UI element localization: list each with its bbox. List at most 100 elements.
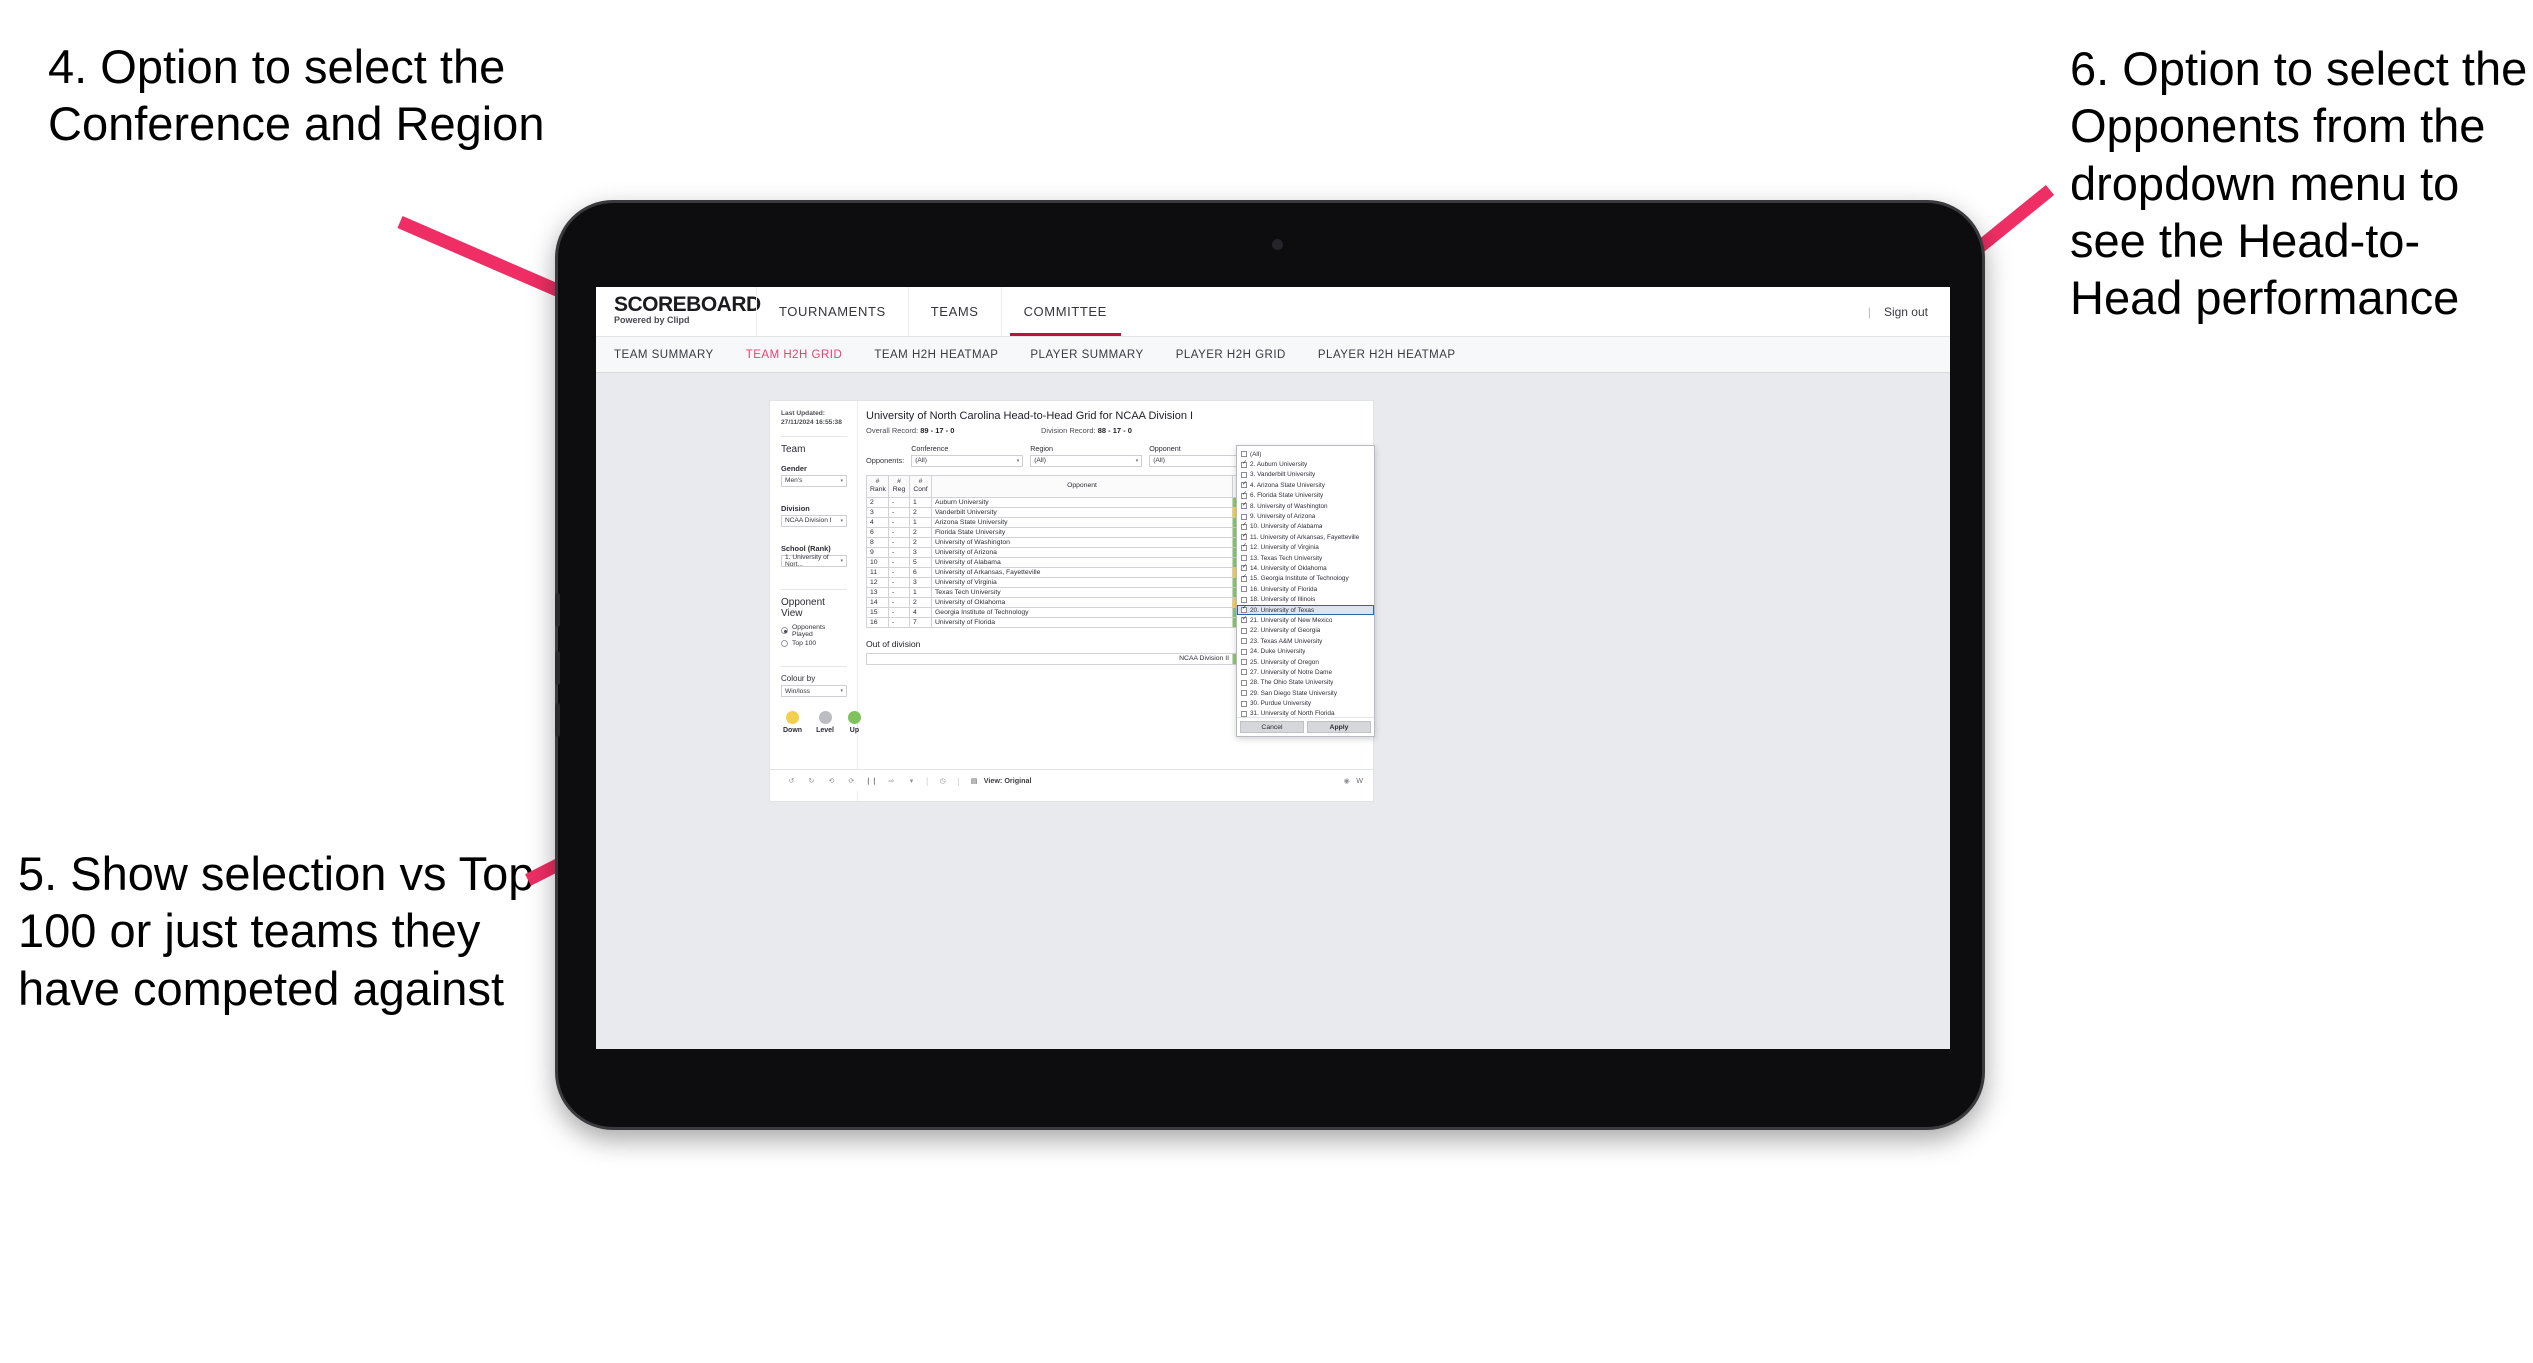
col-reg[interactable]: # Reg	[888, 474, 910, 498]
revert-icon[interactable]: ⟲	[826, 775, 837, 786]
conference-select[interactable]: (All) ▾	[911, 454, 1024, 467]
checkbox-icon[interactable]	[1241, 638, 1247, 645]
opponent-option[interactable]: 29. San Diego State University	[1237, 688, 1374, 698]
device-layout-icon[interactable]: ◷	[937, 775, 948, 786]
checkbox-icon[interactable]	[1241, 574, 1247, 582]
opponent-option[interactable]: 18. University of Illinois	[1237, 594, 1374, 604]
view-original-button[interactable]: ▤ View: Original	[969, 775, 1032, 786]
opponent-option[interactable]: 22. University of Georgia	[1237, 626, 1374, 636]
tab-team-h2h-heatmap[interactable]: TEAM H2H HEATMAP	[874, 349, 998, 361]
device-button-volume-down[interactable]	[555, 651, 560, 685]
checkbox-icon[interactable]	[1241, 648, 1247, 655]
cell-rank: 10	[866, 556, 889, 568]
checkbox-icon[interactable]	[1241, 605, 1247, 614]
checkbox-icon[interactable]	[1241, 513, 1247, 520]
checkbox-icon[interactable]	[1241, 659, 1247, 665]
checkbox-icon[interactable]	[1241, 491, 1247, 499]
checkbox-icon[interactable]	[1241, 679, 1247, 686]
checkbox-icon[interactable]	[1241, 596, 1247, 603]
opponent-option[interactable]: 21. University of New Mexico	[1237, 615, 1374, 625]
opponent-option[interactable]: 30. Purdue University	[1237, 698, 1374, 708]
checkbox-icon[interactable]	[1241, 627, 1247, 634]
col-rank[interactable]: # Rank	[866, 474, 889, 498]
nav-item-committee[interactable]: COMMITTEE	[1000, 287, 1129, 336]
checkbox-icon[interactable]	[1241, 616, 1247, 624]
watch-button[interactable]: ◉ W	[1341, 775, 1363, 786]
checkbox-icon[interactable]	[1241, 451, 1247, 458]
school-select[interactable]: 1. University of Nort... ▾	[781, 554, 847, 568]
device-button-power[interactable]	[555, 703, 560, 737]
opponent-option-list[interactable]: (All) 2. Auburn University 3. Vanderbilt U…	[1237, 449, 1374, 717]
cell-opponent: Arizona State University	[931, 516, 1233, 528]
checkbox-icon[interactable]	[1241, 460, 1247, 468]
checkbox-icon[interactable]	[1241, 669, 1247, 676]
colour-by-select[interactable]: Win/loss ▾	[781, 685, 847, 698]
checkbox-icon[interactable]	[1241, 502, 1247, 510]
opponent-option-label: 20. University of Texas	[1250, 606, 1315, 614]
share-icon[interactable]: ⇨	[886, 775, 897, 786]
checkbox-icon[interactable]	[1241, 700, 1247, 707]
opponent-option[interactable]: 28. The Ohio State University	[1237, 678, 1374, 688]
redo-icon[interactable]: ↻	[806, 775, 817, 786]
cell-opponent: Georgia Institute of Technology	[931, 606, 1233, 618]
checkbox-icon[interactable]	[1241, 555, 1247, 562]
cell-conf: 1	[909, 586, 932, 598]
opponent-option[interactable]: (All)	[1237, 449, 1374, 459]
opponent-option[interactable]: 6. Florida State University	[1237, 491, 1374, 501]
cell-rank: 11	[866, 566, 889, 578]
checkbox-icon[interactable]	[1241, 710, 1247, 717]
dropdown-caret-icon[interactable]: ▾	[906, 775, 917, 786]
nav-item-teams[interactable]: TEAMS	[907, 287, 1001, 336]
device-button-volume-up[interactable]	[555, 593, 560, 627]
checkbox-icon[interactable]	[1241, 481, 1247, 489]
chevron-down-icon: ▾	[1135, 457, 1139, 464]
opponent-option[interactable]: 20. University of Texas	[1237, 604, 1374, 616]
checkbox-icon[interactable]	[1241, 690, 1247, 697]
opponent-option[interactable]: 9. University of Arizona	[1237, 511, 1374, 521]
opponent-dropdown-popup[interactable]: (All) 2. Auburn University 3. Vanderbilt U…	[1236, 445, 1375, 737]
checkbox-icon[interactable]	[1241, 543, 1247, 551]
opponent-option[interactable]: 25. University of Oregon	[1237, 657, 1374, 667]
opponent-option[interactable]: 14. University of Oklahoma	[1237, 563, 1374, 573]
opponent-option[interactable]: 16. University of Florida	[1237, 584, 1374, 594]
tab-player-h2h-heatmap[interactable]: PLAYER H2H HEATMAP	[1318, 349, 1456, 361]
opponent-option-label: 12. University of Virginia	[1250, 544, 1319, 552]
tab-team-summary[interactable]: TEAM SUMMARY	[614, 349, 714, 361]
checkbox-icon[interactable]	[1241, 564, 1247, 572]
radio-top-100[interactable]: Top 100	[781, 640, 847, 648]
tab-team-h2h-grid[interactable]: TEAM H2H GRID	[746, 349, 843, 361]
col-conf[interactable]: # Conf	[909, 474, 932, 498]
checkbox-icon[interactable]	[1241, 522, 1247, 530]
opponent-option[interactable]: 15. Georgia Institute of Technology	[1237, 574, 1374, 584]
opponent-option[interactable]: 10. University of Alabama	[1237, 522, 1374, 532]
opponent-option[interactable]: 27. University of Notre Dame	[1237, 667, 1374, 677]
radio-opponents-played[interactable]: Opponents Played	[781, 624, 847, 638]
checkbox-icon[interactable]	[1241, 533, 1247, 541]
gender-select[interactable]: Men's ▾	[781, 474, 847, 487]
opponent-option[interactable]: 23. Texas A&M University	[1237, 636, 1374, 646]
refresh-data-icon[interactable]: ⟳	[846, 775, 857, 786]
tab-player-summary[interactable]: PLAYER SUMMARY	[1030, 349, 1143, 361]
opponent-option[interactable]: 12. University of Virginia	[1237, 543, 1374, 553]
division-select[interactable]: NCAA Division I ▾	[781, 514, 847, 527]
opponent-option[interactable]: 24. Duke University	[1237, 646, 1374, 656]
opponent-option[interactable]: 11. University of Arkansas, Fayetteville	[1237, 532, 1374, 542]
region-select[interactable]: (All) ▾	[1030, 454, 1143, 467]
checkbox-icon[interactable]	[1241, 586, 1247, 593]
pause-auto-update-icon[interactable]: ❙❙	[865, 775, 877, 786]
opponent-option[interactable]: 3. Vanderbilt University	[1237, 470, 1374, 480]
opponent-option[interactable]: 13. Texas Tech University	[1237, 553, 1374, 563]
checkbox-icon[interactable]	[1241, 471, 1247, 478]
nav-item-tournaments[interactable]: TOURNAMENTS	[756, 287, 908, 336]
tab-player-h2h-grid[interactable]: PLAYER H2H GRID	[1176, 349, 1286, 361]
sign-out-link[interactable]: Sign out	[1884, 305, 1928, 319]
cancel-button[interactable]: Cancel	[1240, 721, 1304, 733]
opponent-option[interactable]: 8. University of Washington	[1237, 501, 1374, 511]
opponent-option-label: 25. University of Oregon	[1250, 658, 1319, 666]
col-opponent[interactable]: Opponent	[931, 474, 1233, 498]
apply-button[interactable]: Apply	[1307, 721, 1371, 733]
opponent-option[interactable]: 4. Arizona State University	[1237, 480, 1374, 490]
brand-logo[interactable]: SCOREBOARD Powered by Clipd	[596, 287, 761, 336]
opponent-option[interactable]: 2. Auburn University	[1237, 459, 1374, 469]
undo-icon[interactable]: ↺	[786, 775, 797, 786]
